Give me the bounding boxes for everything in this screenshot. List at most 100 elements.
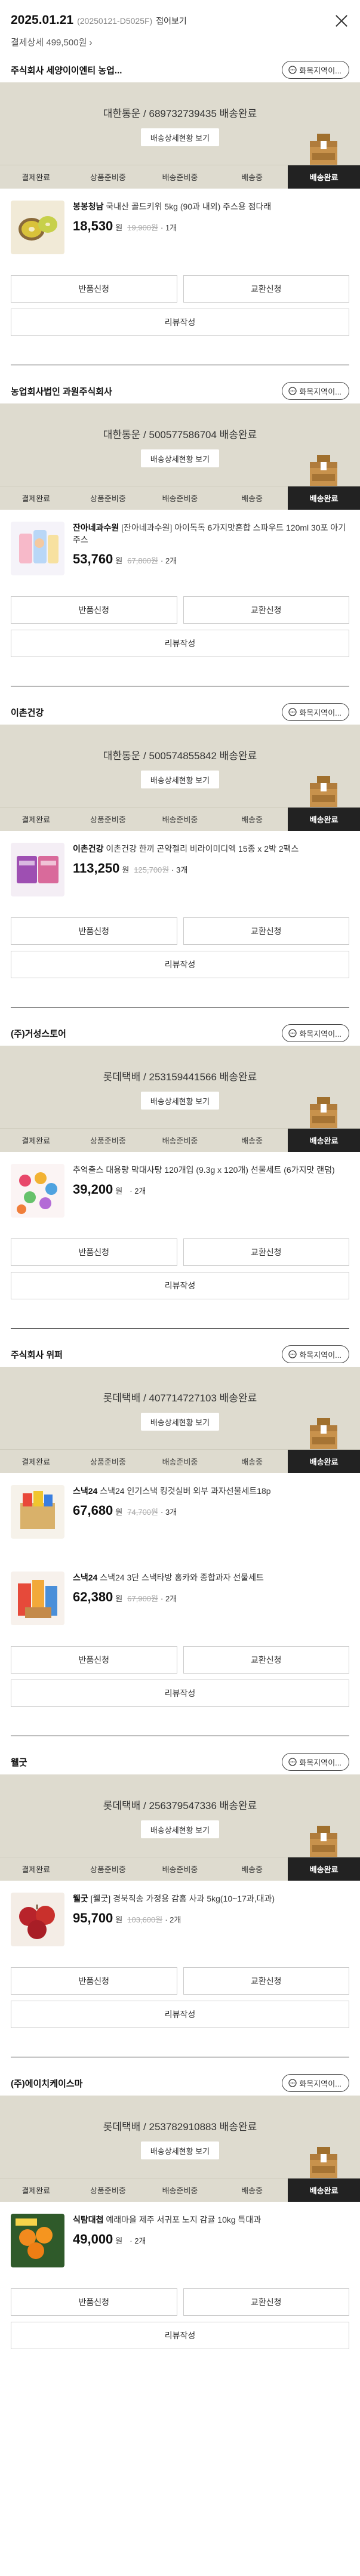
delivery-step: 상품준비중 [90,1865,126,1874]
tracking-info: 대한통운 / 500574855842 배송완료 [103,750,257,762]
product-price: 67,680 [73,1503,113,1518]
tracking-info: 대한통운 / 500577586704 배송완료 [103,429,257,440]
seller-contact-button[interactable]: 화목지역이... [282,1753,349,1771]
review-button[interactable]: 리뷰작성 [11,309,349,336]
exchange-button[interactable]: 교환신청 [183,1238,349,1266]
order-item[interactable]: 스낵24 스낵24 인기스낵 킹것실버 외부 과자선물세트18p 67,680 … [0,1473,360,1560]
order-group: 이촌건강 화목지역이... 대한통운 / 500574855842 배송완료 배… [0,700,360,1007]
chat-icon [288,1029,297,1037]
product-brand: 잔아네과수원 [73,523,119,532]
delivery-step: 결제완료 [21,1458,51,1466]
seller-contact-label: 화목지역이... [299,1758,341,1767]
order-item[interactable]: 식탐대첩 예래마을 제주 서귀포 노지 감귤 10kg 특대과 49,000 원… [0,2202,360,2288]
price-row: 95,700 원 103,600원 · 2개 [73,1911,275,1926]
currency-unit: 원 [115,1594,123,1603]
delivery-steps: 결제완료 상품준비중 배송준비중 배송중 배송완료 [0,807,360,831]
order-item[interactable]: 이촌건강 이촌건강 한끼 곤약젤리 비라이미디엑 15종 x 2박 2팩스 11… [0,831,360,917]
delivery-step: 배송준비중 [162,1458,198,1466]
seller-contact-button[interactable]: 화목지역이... [282,703,349,721]
review-button[interactable]: 리뷰작성 [11,2322,349,2349]
product-thumbnail[interactable] [11,201,64,254]
exchange-button[interactable]: 교환신청 [183,917,349,945]
review-button[interactable]: 리뷰작성 [11,951,349,978]
product-name: 이촌건강 이촌건강 한끼 곤약젤리 비라이미디엑 15종 x 2박 2팩스 [73,843,299,855]
order-id: (20250121-D5025F) [77,16,153,26]
product-thumbnail[interactable] [11,1164,64,1218]
order-item[interactable]: 추억출스 대용량 막대사탕 120개입 (9.3g x 120개) 선물세트 (… [0,1152,360,1238]
product-thumbnail[interactable] [11,1893,64,1946]
tracking-detail-button[interactable]: 배송상세현황 보기 [140,1092,220,1110]
tracking-detail-button[interactable]: 배송상세현황 보기 [140,771,220,788]
seller-contact-button[interactable]: 화목지역이... [282,382,349,400]
chat-icon [288,1758,297,1766]
currency-unit: 원 [115,2236,123,2245]
product-price: 113,250 [73,861,120,876]
delivery-step: 배송완료 [288,1129,360,1152]
product-thumbnail[interactable] [11,1572,64,1625]
seller-name: 주식회사 세양이이엔티 농업... [11,65,122,76]
delivery-step: 배송중 [241,815,263,824]
chat-icon [288,2079,297,2087]
price-row: 62,380 원 67,900원 · 2개 [73,1589,264,1605]
seller-contact-button[interactable]: 화목지역이... [282,61,349,79]
tracking-detail-button[interactable]: 배송상세현황 보기 [140,2141,220,2159]
seller-name: (주)거성스토어 [11,1028,66,1039]
tracking-detail-button[interactable]: 배송상세현황 보기 [140,128,220,146]
currency-unit: 원 [115,1508,123,1517]
order-actions: 반품신청 교환신청 리뷰작성 [0,1967,360,2044]
seller-contact-button[interactable]: 화목지역이... [282,2074,349,2092]
product-thumbnail[interactable] [11,1485,64,1539]
product-thumbnail[interactable] [11,2214,64,2267]
product-quantity: · 1개 [161,223,177,232]
seller-name: (주)에이치케이스마 [11,2078,83,2089]
product-price: 62,380 [73,1589,113,1604]
order-item[interactable]: 웰굿 [웰굿] 경북직송 가정용 감홍 사과 5kg(10~17과,대과) 95… [0,1881,360,1967]
collapse-toggle[interactable]: 접어보기 [156,16,187,26]
close-icon[interactable] [334,13,349,29]
currency-unit: 원 [115,1915,123,1924]
order-item[interactable]: 봉봉청남 국내산 골드키위 5kg (90과 내외) 주스용 점다래 18,53… [0,189,360,275]
exchange-button[interactable]: 교환신청 [183,1967,349,1995]
return-button[interactable]: 반품신청 [11,917,177,945]
delivered-box-icon [307,1417,340,1449]
delivery-step: 배송완료 [288,2178,360,2202]
price-row: 18,530 원 19,900원 · 1개 [73,218,271,234]
delivery-steps: 결제완료 상품준비중 배송준비중 배송중 배송완료 [0,165,360,189]
return-button[interactable]: 반품신청 [11,596,177,624]
return-button[interactable]: 반품신청 [11,2288,177,2316]
original-price: 19,900원 [127,223,158,232]
exchange-button[interactable]: 교환신청 [183,1646,349,1674]
delivery-step: 상품준비중 [90,494,126,503]
product-brand: 스낵24 [73,1486,98,1496]
delivery-step: 배송준비중 [162,1865,198,1874]
product-thumbnail[interactable] [11,522,64,575]
return-button[interactable]: 반품신청 [11,275,177,303]
return-button[interactable]: 반품신청 [11,1646,177,1674]
seller-contact-button[interactable]: 화목지역이... [282,1024,349,1042]
review-button[interactable]: 리뷰작성 [11,630,349,657]
product-brand: 식탐대첩 [73,2215,104,2224]
exchange-button[interactable]: 교환신청 [183,2288,349,2316]
exchange-button[interactable]: 교환신청 [183,596,349,624]
tracking-detail-button[interactable]: 배송상세현황 보기 [140,449,220,467]
product-quantity: · 3개 [161,1508,177,1517]
review-button[interactable]: 리뷰작성 [11,1272,349,1299]
tracking-panel: 롯데택배 / 253159441566 배송완료 배송상세현황 보기 [0,1046,360,1128]
exchange-button[interactable]: 교환신청 [183,275,349,303]
payment-detail-link[interactable]: 결제상세 499,500원 › [11,36,349,48]
order-item[interactable]: 스낵24 스낵24 3단 스낵타방 홍카와 종합과자 선물세트 62,380 원… [0,1560,360,1646]
delivery-step: 상품준비중 [90,815,126,824]
product-quantity: · 2개 [165,1915,181,1924]
tracking-detail-button[interactable]: 배송상세현황 보기 [140,1820,220,1838]
return-button[interactable]: 반품신청 [11,1238,177,1266]
review-button[interactable]: 리뷰작성 [11,2001,349,2028]
review-button[interactable]: 리뷰작성 [11,1680,349,1707]
tracking-detail-button[interactable]: 배송상세현황 보기 [140,1413,220,1431]
return-button[interactable]: 반품신청 [11,1967,177,1995]
product-thumbnail[interactable] [11,843,64,896]
order-item[interactable]: 잔아네과수원 [잔아네과수원] 아이독독 6가지맛혼합 스파우트 120ml 3… [0,510,360,596]
product-name: 스낵24 스낵24 인기스낵 킹것실버 외부 과자선물세트18p [73,1485,271,1497]
delivery-step: 배송준비중 [162,2186,198,2195]
seller-contact-button[interactable]: 화목지역이... [282,1345,349,1363]
delivery-steps: 결제완료 상품준비중 배송준비중 배송중 배송완료 [0,1857,360,1881]
